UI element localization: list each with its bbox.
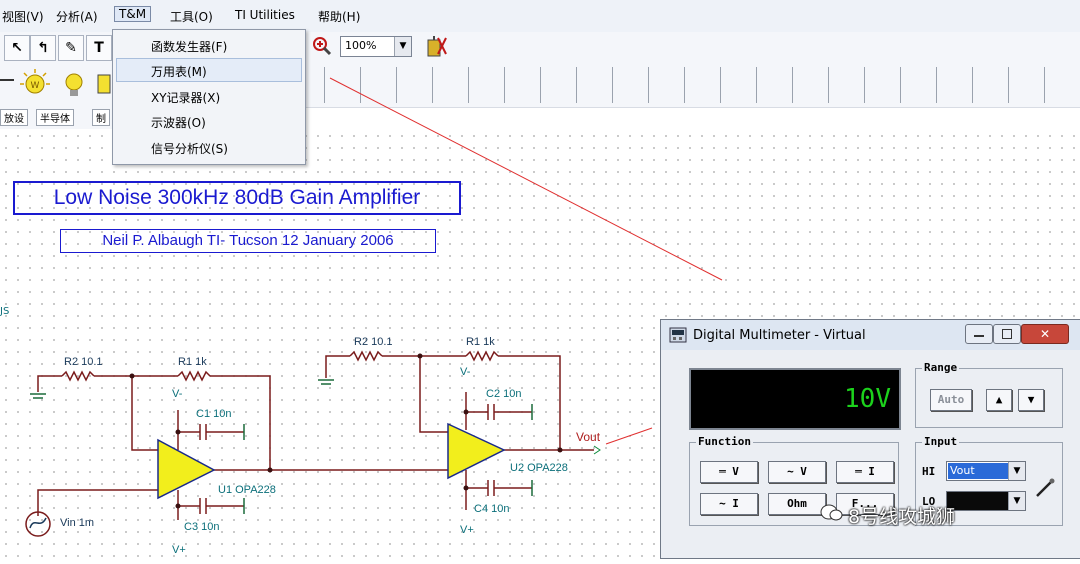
annotation-line — [605, 427, 653, 445]
menu-item-multimeter[interactable]: 万用表(M) — [151, 63, 207, 80]
output-pin — [593, 445, 601, 455]
range-label: Range — [922, 361, 960, 374]
window-title: Digital Multimeter - Virtual — [693, 328, 866, 343]
function-label: Function — [696, 435, 753, 448]
menu-item-oscilloscope[interactable]: 示波器(O) — [151, 114, 206, 131]
range-group: Range Auto ▲ ▼ — [915, 361, 1063, 428]
sine-icon — [29, 517, 47, 529]
wire — [419, 356, 448, 433]
dc-voltage-button[interactable]: ═ V — [700, 461, 758, 483]
ac-voltage-button[interactable]: ∼ V — [768, 461, 826, 483]
menu-item-function-generator[interactable]: 函数发生器(F) — [151, 38, 227, 55]
probe-pen-icon[interactable] — [1034, 477, 1056, 502]
menu-item-xy-recorder[interactable]: XY记录器(X) — [151, 89, 220, 106]
wire — [37, 489, 160, 516]
range-down-button[interactable]: ▼ — [1018, 389, 1044, 411]
wire — [325, 355, 350, 378]
multimeter-display: 10V — [689, 368, 901, 430]
auto-button[interactable]: Auto — [930, 389, 972, 411]
wire — [131, 376, 160, 451]
chevron-down-icon: ▼ — [1027, 393, 1035, 406]
label-vminus-stage2: V- — [460, 366, 471, 378]
wire — [498, 355, 561, 450]
label-c3: C3 10n — [184, 521, 220, 533]
wire — [37, 375, 62, 392]
resistor-r1b — [465, 350, 499, 362]
opamp-u1 — [157, 438, 216, 500]
ac-current-button[interactable]: ∼ I — [700, 493, 758, 515]
label-c2: C2 10n — [486, 388, 522, 400]
window-titlebar[interactable]: Digital Multimeter - Virtual ✕ — [661, 320, 1080, 350]
label-c1: C1 10n — [196, 408, 232, 420]
tm-dropdown-menu: 函数发生器(F) 万用表(M) XY记录器(X) 示波器(O) 信号分析仪(S) — [112, 29, 306, 165]
minimize-icon — [974, 335, 984, 337]
hi-label: HI — [922, 465, 936, 478]
chevron-up-icon: ▲ — [995, 393, 1003, 406]
close-button[interactable]: ✕ — [1021, 324, 1069, 344]
minimize-button[interactable] — [965, 324, 993, 344]
maximize-button[interactable] — [993, 324, 1021, 344]
label-vminus: V- — [172, 388, 183, 400]
menu-highlight — [116, 58, 302, 82]
opamp-u2 — [447, 422, 506, 480]
range-up-button[interactable]: ▲ — [986, 389, 1012, 411]
hi-select[interactable]: Vout ▼ — [946, 461, 1026, 481]
label-r1: R1 1k — [178, 356, 207, 368]
wire — [210, 375, 271, 470]
label-vplus: V+ — [172, 544, 186, 556]
label-u2: U2 OPA228 — [510, 462, 568, 474]
resistor-r2 — [61, 370, 95, 382]
resistor-r2b — [349, 350, 383, 362]
display-value: 10V — [844, 384, 891, 414]
label-u1: U1 OPA228 — [218, 484, 276, 496]
chevron-down-icon[interactable]: ▼ — [1008, 492, 1025, 510]
label-c4: C4 10n — [474, 503, 510, 515]
dc-current-button[interactable]: ═ I — [836, 461, 894, 483]
ohm-button[interactable]: Ohm — [768, 493, 826, 515]
annotation-line — [329, 77, 723, 281]
watermark: 8号线攻城狮 — [848, 506, 956, 528]
label-vout: Vout — [576, 430, 601, 444]
chevron-down-icon[interactable]: ▼ — [1008, 462, 1025, 480]
label-r2: R2 10.1 — [64, 356, 103, 368]
label-r2-stage2: R2 10.1 — [354, 336, 393, 348]
lo-select[interactable]: ▼ — [946, 491, 1026, 511]
hi-value: Vout — [948, 463, 1008, 479]
close-icon: ✕ — [1039, 327, 1051, 341]
menu-item-signal-analyzer[interactable]: 信号分析仪(S) — [151, 140, 228, 157]
label-r1-stage2: R1 1k — [466, 336, 495, 348]
maximize-icon — [1002, 329, 1012, 339]
wechat-icon — [820, 503, 844, 526]
input-label: Input — [922, 435, 960, 448]
label-vplus-stage2: V+ — [460, 524, 474, 536]
resistor-r1 — [177, 370, 211, 382]
label-vin: Vin 1m — [60, 517, 95, 529]
multimeter-icon — [669, 327, 687, 346]
